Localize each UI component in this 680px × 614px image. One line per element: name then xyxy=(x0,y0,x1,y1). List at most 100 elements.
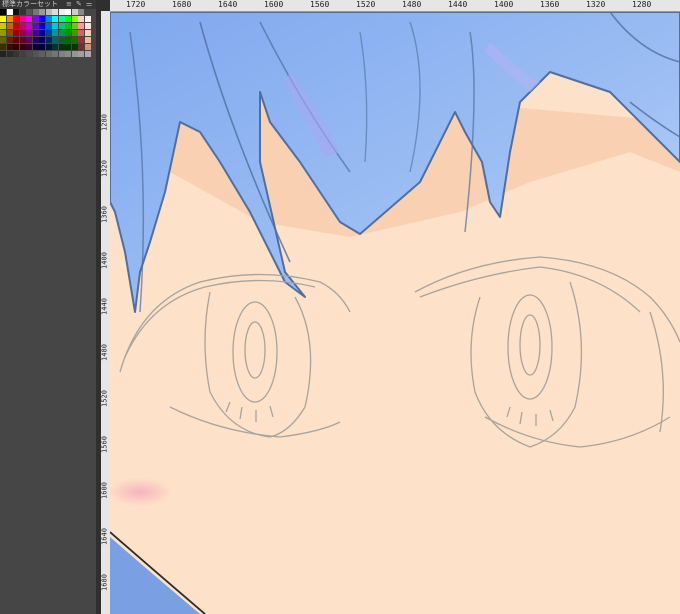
color-swatch[interactable] xyxy=(19,16,26,22)
color-swatch[interactable] xyxy=(39,23,45,29)
color-swatch[interactable] xyxy=(65,51,71,57)
color-swatch[interactable] xyxy=(52,37,58,43)
color-swatch[interactable] xyxy=(32,44,39,50)
color-swatch[interactable] xyxy=(26,23,32,29)
color-swatch[interactable] xyxy=(65,44,71,50)
color-swatch[interactable] xyxy=(32,23,39,29)
color-swatch[interactable] xyxy=(39,37,45,43)
color-swatch[interactable] xyxy=(39,16,45,22)
color-swatch[interactable] xyxy=(78,23,84,29)
color-swatch[interactable] xyxy=(84,23,91,29)
color-swatch[interactable] xyxy=(58,37,65,43)
color-swatch[interactable] xyxy=(26,9,32,15)
color-swatch[interactable] xyxy=(45,37,52,43)
color-swatch[interactable] xyxy=(13,30,19,36)
color-swatch[interactable] xyxy=(52,44,58,50)
color-swatch[interactable] xyxy=(39,44,45,50)
color-swatch[interactable] xyxy=(26,16,32,22)
color-swatch[interactable] xyxy=(39,51,45,57)
color-swatch[interactable] xyxy=(26,30,32,36)
color-swatch[interactable] xyxy=(84,51,91,57)
color-swatch-grid[interactable] xyxy=(0,9,92,61)
color-swatch[interactable] xyxy=(19,51,26,57)
color-swatch[interactable] xyxy=(13,9,19,15)
color-swatch[interactable] xyxy=(13,51,19,57)
color-swatch[interactable] xyxy=(26,51,32,57)
color-swatch[interactable] xyxy=(0,23,6,29)
color-swatch[interactable] xyxy=(45,51,52,57)
color-swatch[interactable] xyxy=(45,9,52,15)
color-swatch[interactable] xyxy=(58,23,65,29)
color-swatch[interactable] xyxy=(58,30,65,36)
color-swatch[interactable] xyxy=(84,9,91,15)
color-swatch[interactable] xyxy=(13,37,19,43)
color-swatch[interactable] xyxy=(58,16,65,22)
color-swatch[interactable] xyxy=(19,37,26,43)
color-swatch[interactable] xyxy=(84,30,91,36)
color-swatch[interactable] xyxy=(58,9,65,15)
color-swatch[interactable] xyxy=(78,9,84,15)
color-swatch[interactable] xyxy=(32,16,39,22)
palette-settings-icon[interactable]: ⚌ xyxy=(86,0,92,9)
color-swatch[interactable] xyxy=(71,44,78,50)
color-swatch[interactable] xyxy=(71,51,78,57)
color-swatch[interactable] xyxy=(6,23,13,29)
color-swatch[interactable] xyxy=(13,44,19,50)
color-swatch[interactable] xyxy=(78,37,84,43)
color-swatch[interactable] xyxy=(71,37,78,43)
color-swatch[interactable] xyxy=(45,23,52,29)
color-swatch[interactable] xyxy=(65,30,71,36)
color-swatch[interactable] xyxy=(26,44,32,50)
color-swatch[interactable] xyxy=(52,23,58,29)
color-swatch[interactable] xyxy=(45,30,52,36)
color-swatch[interactable] xyxy=(26,37,32,43)
color-swatch[interactable] xyxy=(6,9,13,15)
color-swatch[interactable] xyxy=(65,9,71,15)
color-swatch[interactable] xyxy=(32,9,39,15)
color-swatch[interactable] xyxy=(32,51,39,57)
color-swatch[interactable] xyxy=(0,16,6,22)
color-swatch[interactable] xyxy=(19,30,26,36)
color-swatch[interactable] xyxy=(32,37,39,43)
color-swatch[interactable] xyxy=(71,30,78,36)
color-swatch[interactable] xyxy=(45,44,52,50)
palette-edit-icon[interactable]: ✎ xyxy=(76,0,82,9)
color-swatch[interactable] xyxy=(71,23,78,29)
color-swatch[interactable] xyxy=(78,51,84,57)
color-swatch[interactable] xyxy=(0,37,6,43)
color-swatch[interactable] xyxy=(6,44,13,50)
color-swatch[interactable] xyxy=(65,37,71,43)
color-swatch[interactable] xyxy=(0,30,6,36)
color-swatch[interactable] xyxy=(39,9,45,15)
color-swatch[interactable] xyxy=(71,16,78,22)
color-swatch[interactable] xyxy=(78,30,84,36)
color-swatch[interactable] xyxy=(0,44,6,50)
color-swatch[interactable] xyxy=(0,9,6,15)
color-swatch[interactable] xyxy=(6,51,13,57)
color-swatch[interactable] xyxy=(58,51,65,57)
color-swatch[interactable] xyxy=(65,23,71,29)
color-swatch[interactable] xyxy=(71,9,78,15)
color-swatch[interactable] xyxy=(6,16,13,22)
color-swatch[interactable] xyxy=(6,30,13,36)
color-swatch[interactable] xyxy=(6,37,13,43)
color-swatch[interactable] xyxy=(65,16,71,22)
color-swatch[interactable] xyxy=(19,44,26,50)
color-swatch[interactable] xyxy=(39,30,45,36)
color-swatch[interactable] xyxy=(52,51,58,57)
color-swatch[interactable] xyxy=(32,30,39,36)
palette-menu-icon[interactable]: ≡ xyxy=(66,0,72,9)
color-swatch[interactable] xyxy=(78,44,84,50)
color-swatch[interactable] xyxy=(52,30,58,36)
color-swatch[interactable] xyxy=(52,9,58,15)
color-swatch[interactable] xyxy=(84,16,91,22)
drawing-canvas[interactable] xyxy=(110,12,680,614)
color-swatch[interactable] xyxy=(19,9,26,15)
color-swatch[interactable] xyxy=(13,23,19,29)
color-swatch[interactable] xyxy=(84,44,91,50)
color-swatch[interactable] xyxy=(45,16,52,22)
color-swatch[interactable] xyxy=(19,23,26,29)
color-swatch[interactable] xyxy=(13,16,19,22)
color-swatch[interactable] xyxy=(58,44,65,50)
color-swatch[interactable] xyxy=(52,16,58,22)
